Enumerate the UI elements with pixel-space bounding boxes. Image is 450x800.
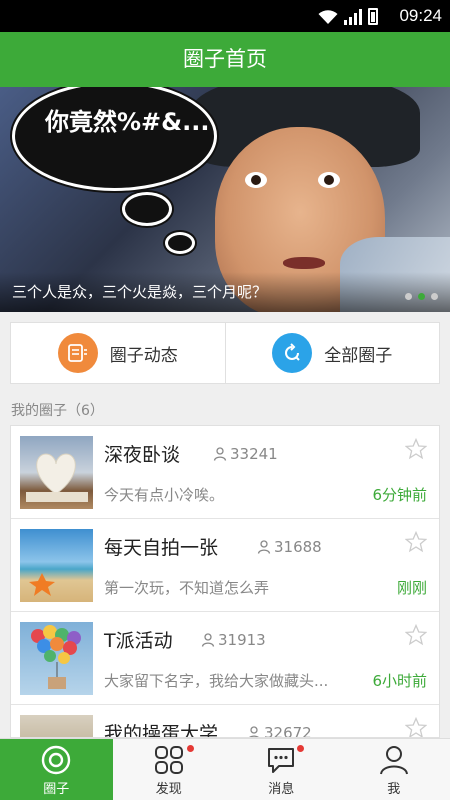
list-item[interactable]: T派活动 31913 大家留下名字，我给大家做藏头... 6小时前	[11, 612, 439, 705]
tab-discover[interactable]: 发现	[113, 739, 226, 800]
bubble-text: 你竟然%#&...	[45, 108, 210, 136]
circle-title: 深夜卧谈	[104, 444, 181, 466]
circle-update-time: 刚刚	[396, 579, 427, 597]
wifi-icon	[318, 10, 338, 24]
tab-label: 消息	[268, 782, 295, 797]
circle-thumbnail	[20, 622, 93, 695]
banner-caption: 三个人是众，三个火是焱，三个月呢？	[0, 272, 450, 312]
person-icon	[249, 726, 259, 737]
circle-latest-post: 今天有点小冷唉。	[104, 486, 225, 504]
member-count: 32672	[247, 724, 312, 738]
list-item[interactable]: 我的操蛋大学 32672	[11, 705, 439, 738]
tab-messages[interactable]: 消息	[225, 739, 338, 800]
circle-feed-button[interactable]: 圈子动态	[11, 323, 225, 383]
member-count-value: 31688	[274, 538, 322, 556]
quick-nav: 圈子动态 全部圈子	[10, 322, 440, 384]
thought-puff-large	[122, 192, 172, 226]
carousel-dots	[405, 293, 438, 300]
circle-update-time: 6分钟前	[372, 486, 427, 504]
battery-icon	[368, 8, 378, 25]
circle-latest-post: 大家留下名字，我给大家做藏头...	[104, 672, 329, 690]
grid-icon	[154, 746, 183, 774]
person-icon	[257, 540, 271, 554]
signal-icon	[344, 9, 362, 25]
list-item[interactable]: 深夜卧谈 33241 今天有点小冷唉。 6分钟前	[11, 426, 439, 519]
all-circles-button[interactable]: 全部圈子	[224, 323, 440, 383]
tab-circles[interactable]: 圈子	[0, 739, 113, 800]
banner-carousel[interactable]: 你竟然%#&... 三个人是众，三个火是焱，三个月呢？	[0, 87, 450, 312]
notification-badge	[186, 745, 194, 752]
circle-update-time: 6小时前	[372, 672, 427, 690]
person-icon	[379, 746, 408, 775]
all-circles-label: 全部圈子	[324, 345, 393, 366]
tab-label: 我	[387, 782, 401, 797]
chat-bubble-icon	[268, 748, 295, 773]
status-time: 09:24	[399, 6, 442, 25]
circle-title: 每天自拍一张	[104, 537, 219, 559]
notification-badge	[297, 745, 304, 752]
carousel-dot[interactable]	[405, 293, 412, 300]
circle-latest-post: 第一次玩，不知道怎么弄	[104, 579, 270, 597]
carousel-dot[interactable]	[431, 293, 438, 300]
circle-thumbnail	[20, 436, 93, 509]
thought-puff-small	[165, 232, 195, 254]
member-count-value: 31913	[218, 631, 266, 649]
circle-feed-label: 圈子动态	[109, 345, 178, 366]
status-icons	[318, 7, 378, 25]
my-circles-heading: 我的圈子（6）	[11, 403, 104, 419]
status-bar: 09:24	[0, 0, 450, 32]
bottom-tab-bar: 圈子 发现 消息 我	[0, 738, 450, 800]
member-count: 33241	[213, 445, 278, 463]
feed-icon	[57, 333, 98, 373]
thought-bubble: 你竟然%#&...	[12, 87, 217, 191]
banner-mouth	[283, 257, 325, 269]
refresh-circle-icon	[272, 333, 313, 373]
member-count-value: 32672	[264, 724, 312, 738]
circle-title: T派活动	[104, 630, 173, 652]
star-icon[interactable]	[405, 624, 427, 646]
tab-me[interactable]: 我	[338, 739, 450, 800]
star-icon[interactable]	[405, 717, 427, 738]
carousel-dot-active[interactable]	[418, 293, 425, 300]
circle-thumbnail	[20, 715, 93, 737]
banner-eye-right	[318, 172, 340, 188]
circle-title: 我的操蛋大学	[104, 723, 219, 738]
page-title: 圈子首页	[0, 32, 450, 87]
tab-label: 发现	[155, 782, 182, 797]
person-icon	[213, 447, 227, 461]
member-count: 31688	[257, 538, 322, 556]
member-count-value: 33241	[230, 445, 278, 463]
list-item[interactable]: 每天自拍一张 31688 第一次玩，不知道怎么弄 刚刚	[11, 519, 439, 612]
star-icon[interactable]	[405, 438, 427, 460]
person-icon	[201, 633, 215, 647]
circle-list: 深夜卧谈 33241 今天有点小冷唉。 6分钟前 每天自拍一张 31688 第一…	[10, 425, 440, 738]
star-icon[interactable]	[405, 531, 427, 553]
circle-target-icon	[42, 745, 71, 775]
tab-label: 圈子	[43, 782, 70, 797]
member-count: 31913	[201, 631, 266, 649]
circle-thumbnail	[20, 529, 93, 602]
banner-eye-left	[245, 172, 267, 188]
